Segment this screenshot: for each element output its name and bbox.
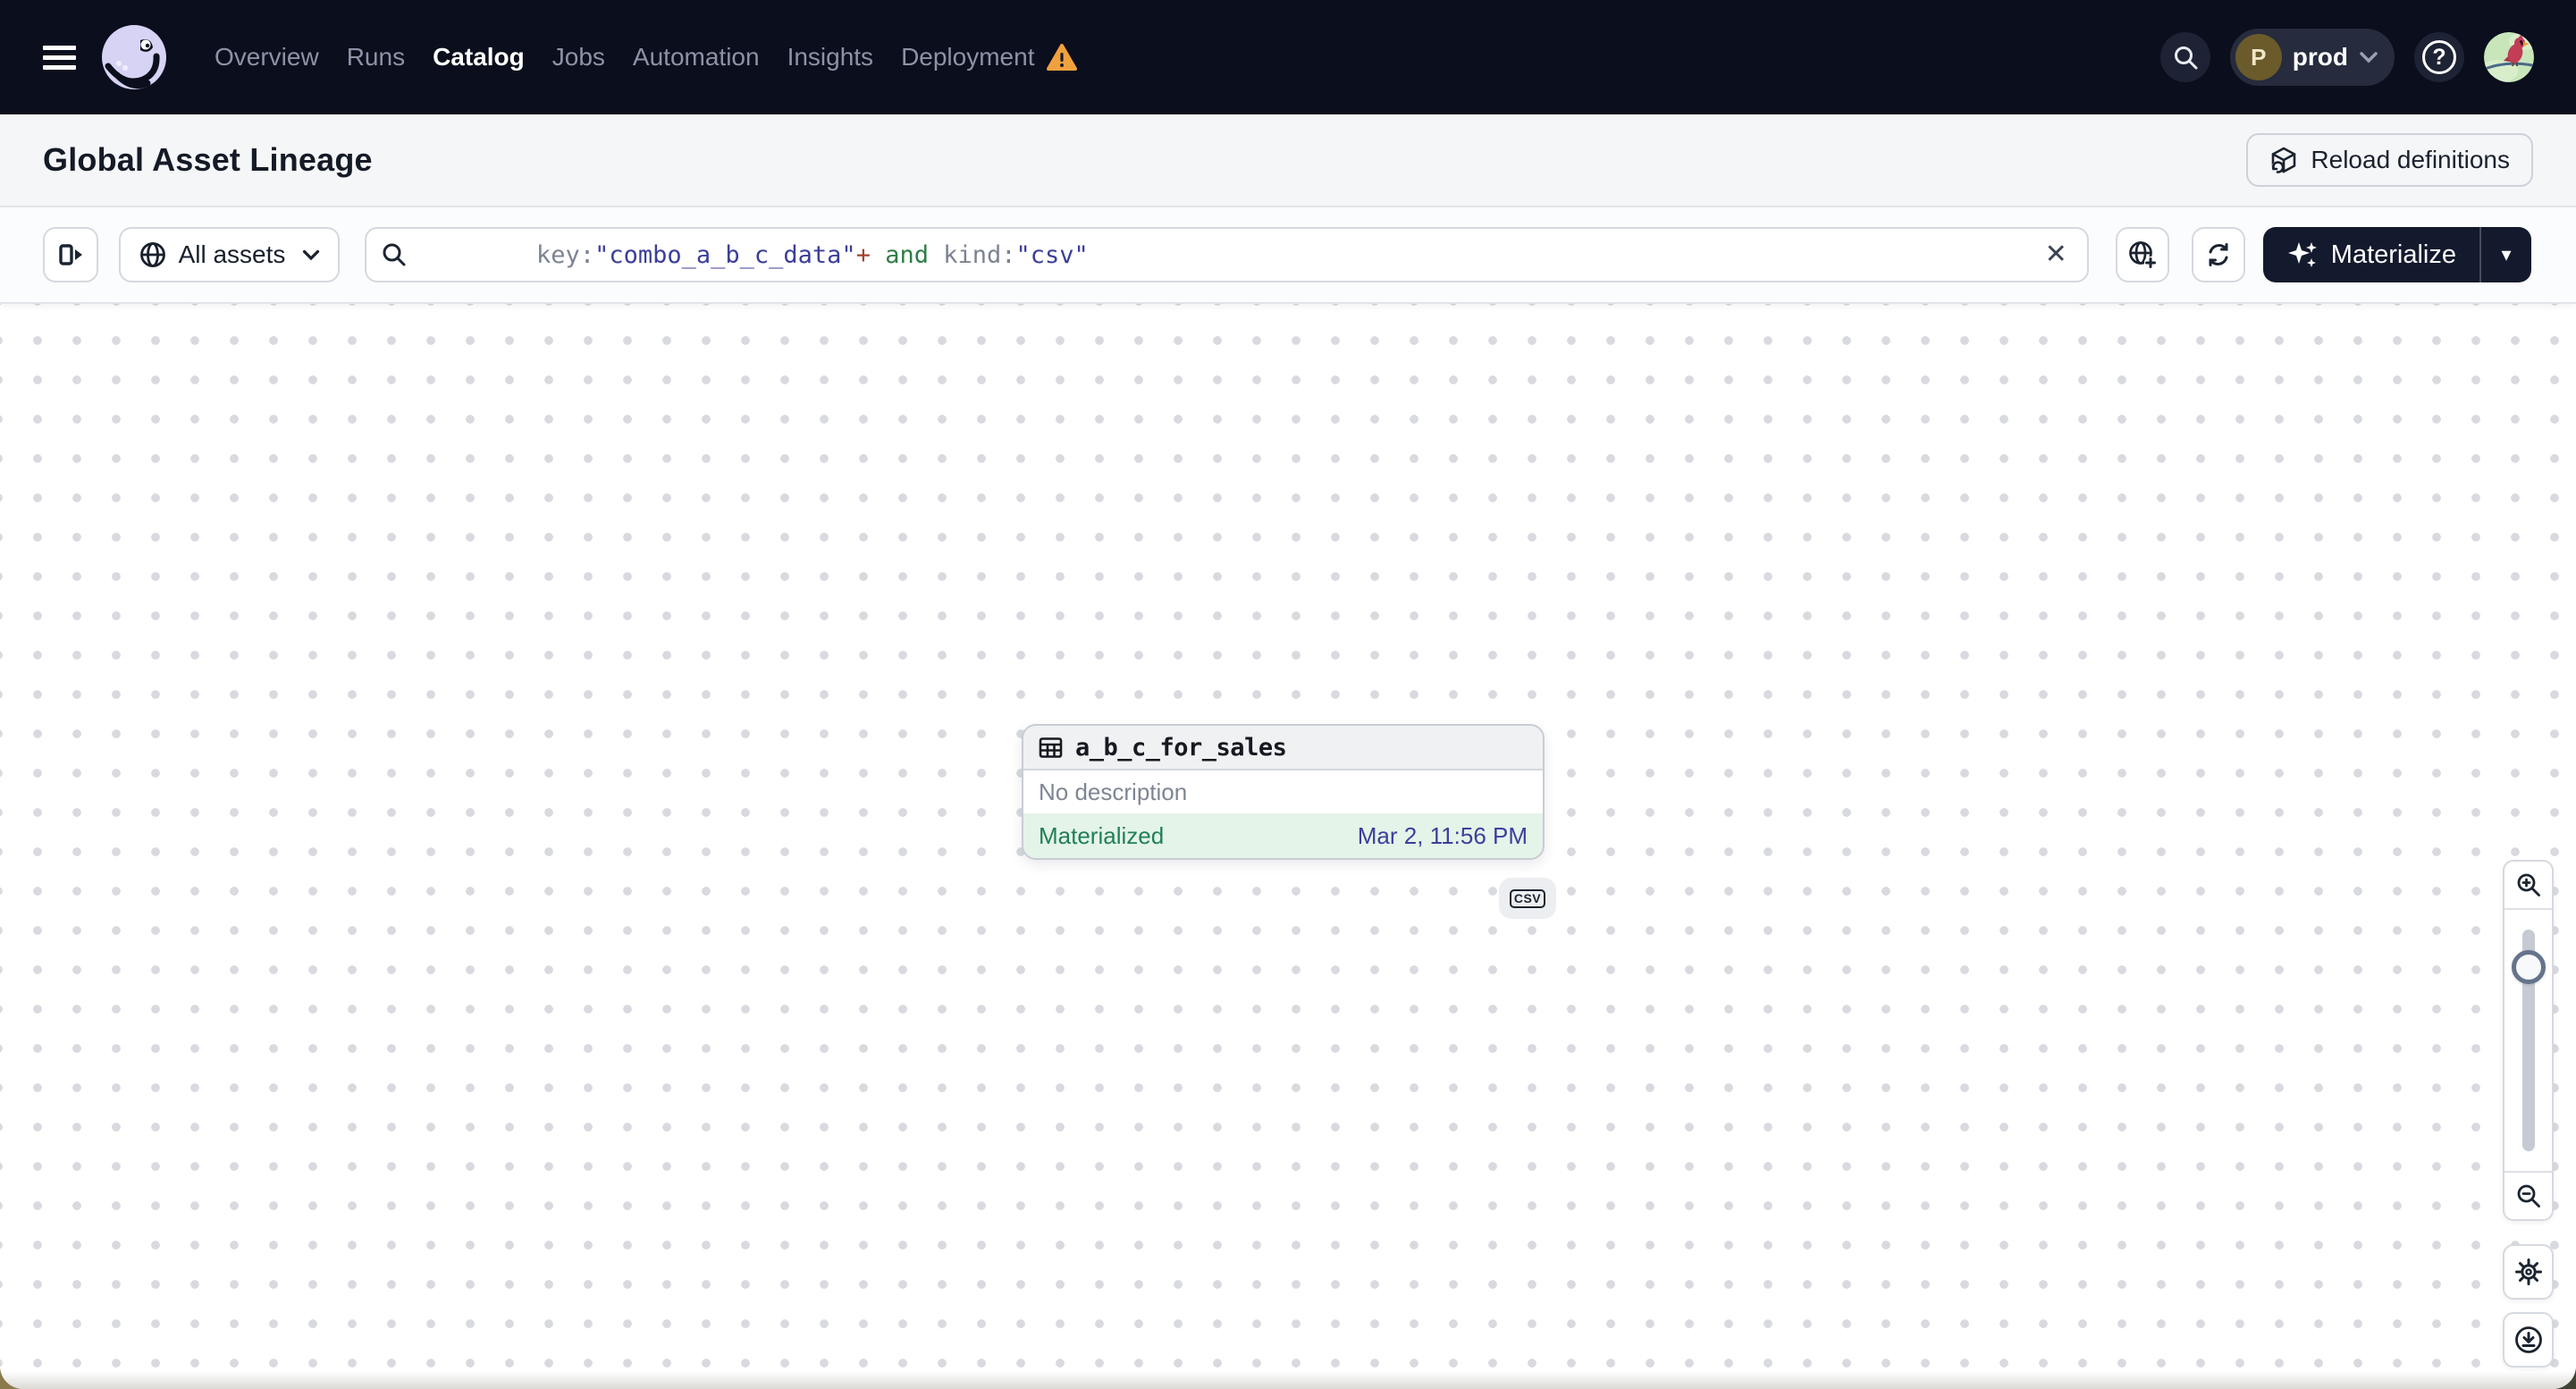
environment-name: prod xyxy=(2292,43,2348,71)
materialize-split-button: Materialize ▾ xyxy=(2262,227,2531,282)
refresh-icon xyxy=(2204,240,2233,269)
asset-node[interactable]: a_b_c_for_sales No description Materiali… xyxy=(1022,724,1545,860)
asset-description: No description xyxy=(1039,778,1188,805)
search-icon xyxy=(2172,44,2199,71)
materialize-button[interactable]: Materialize xyxy=(2263,227,2479,282)
lineage-toolbar: All assets key:"combo_a_b_c_data"+ and k… xyxy=(0,207,2576,304)
nav-item-runs[interactable]: Runs xyxy=(347,43,405,72)
download-icon xyxy=(2513,1325,2544,1355)
asset-status-row: Materialized Mar 2, 11:56 PM xyxy=(1023,813,1543,858)
help-button[interactable]: ? xyxy=(2414,32,2464,82)
panel-expand-icon xyxy=(56,240,85,269)
refresh-graph-button[interactable] xyxy=(2191,227,2245,282)
asset-status-label: Materialized xyxy=(1039,821,1165,849)
nav-item-automation[interactable]: Automation xyxy=(633,43,760,72)
dagster-logo-icon[interactable] xyxy=(101,24,167,90)
nav-item-deployment[interactable]: Deployment xyxy=(901,43,1078,72)
chevron-down-icon xyxy=(302,249,320,261)
environment-switcher[interactable]: P prod xyxy=(2229,29,2395,86)
caret-down-icon: ▾ xyxy=(2501,243,2512,265)
reload-cube-icon xyxy=(2269,146,2298,174)
user-avatar[interactable] xyxy=(2484,32,2534,82)
warning-triangle-icon xyxy=(1047,43,1078,72)
lineage-graph-canvas[interactable]: a_b_c_for_sales No description Materiali… xyxy=(0,304,2576,1389)
open-left-panel-button[interactable] xyxy=(43,227,98,282)
asset-materialization-timestamp[interactable]: Mar 2, 11:56 PM xyxy=(1358,822,1528,850)
nav-item-overview[interactable]: Overview xyxy=(215,43,319,72)
reload-definitions-button[interactable]: Reload definitions xyxy=(2246,133,2533,187)
environment-avatar: P xyxy=(2235,34,2282,80)
zoom-out-button[interactable] xyxy=(2504,1171,2552,1219)
zoom-slider-handle[interactable] xyxy=(2511,950,2546,984)
page-header: Global Asset Lineage Reload definitions xyxy=(0,114,2576,207)
zoom-out-icon xyxy=(2515,1183,2542,1209)
dagster-app-window: Overview Runs Catalog Jobs Automation In… xyxy=(0,0,2576,1389)
zoom-in-button[interactable] xyxy=(2504,862,2552,910)
csv-kind-icon: CSV xyxy=(1509,888,1546,908)
nav-item-jobs[interactable]: Jobs xyxy=(552,43,605,72)
primary-nav: Overview Runs Catalog Jobs Automation In… xyxy=(215,43,1078,72)
asset-scope-label: All assets xyxy=(178,240,286,268)
sparkles-icon xyxy=(2286,239,2319,271)
search-icon xyxy=(381,241,408,268)
gear-icon xyxy=(2514,1258,2543,1286)
zoom-control-group xyxy=(2503,860,2554,1221)
zoom-slider xyxy=(2504,910,2552,1171)
asset-scope-dropdown[interactable]: All assets xyxy=(119,227,340,282)
reload-definitions-label: Reload definitions xyxy=(2311,146,2510,173)
asset-kind-badge[interactable]: CSV xyxy=(1499,878,1556,919)
page-title: Global Asset Lineage xyxy=(43,141,373,178)
graph-view-controls xyxy=(2503,860,2554,1368)
globe-icon xyxy=(139,240,167,269)
zoom-in-icon xyxy=(2515,871,2542,898)
hamburger-menu-icon[interactable] xyxy=(43,45,76,70)
chevron-down-icon xyxy=(2359,51,2378,63)
download-graph-button[interactable] xyxy=(2503,1312,2554,1368)
asset-node-header: a_b_c_for_sales xyxy=(1023,726,1543,770)
search-query-text: key:"combo_a_b_c_data"+ and kind:"csv" xyxy=(536,240,1089,269)
topbar-right-cluster: P prod ? xyxy=(2159,29,2534,86)
top-nav-bar: Overview Runs Catalog Jobs Automation In… xyxy=(0,0,2576,114)
nav-item-catalog[interactable]: Catalog xyxy=(433,43,525,72)
materialize-options-button[interactable]: ▾ xyxy=(2481,227,2531,282)
graph-settings-button[interactable] xyxy=(2503,1244,2554,1300)
asset-search-input[interactable]: key:"combo_a_b_c_data"+ and kind:"csv" ✕ xyxy=(365,227,2089,282)
clear-search-icon[interactable]: ✕ xyxy=(2041,238,2071,272)
help-icon: ? xyxy=(2422,40,2456,74)
materialize-label: Materialize xyxy=(2330,240,2456,269)
nav-item-insights[interactable]: Insights xyxy=(787,43,874,72)
add-to-catalog-view-button[interactable] xyxy=(2115,227,2169,282)
table-icon xyxy=(1038,735,1064,761)
asset-name: a_b_c_for_sales xyxy=(1075,733,1287,762)
globe-plus-icon xyxy=(2127,240,2158,270)
search-button[interactable] xyxy=(2159,32,2210,82)
